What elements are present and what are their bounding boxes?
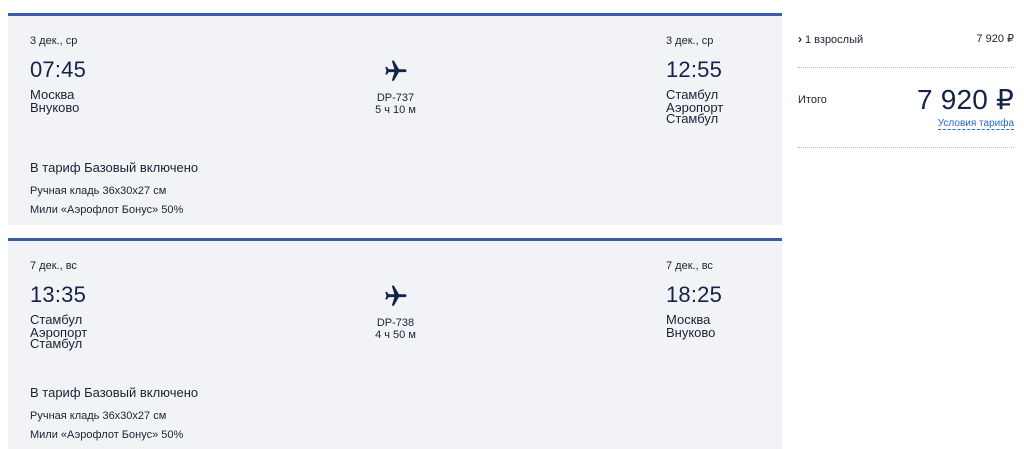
total-label: Итого [798,94,827,106]
departure-airport-line: Внуково [30,100,80,115]
flight-number: DP-738 [376,317,415,329]
total-price: 7 920 ₽ [916,84,1014,115]
departure-airport: Аэропорт Стамбул [30,326,230,351]
departure-date: 3 дек., ср [30,35,78,47]
arrival-airport: Внуково [666,325,776,340]
arrival-airport: Аэропорт Стамбул [666,101,776,125]
flight-duration: 5 ч 10 м [375,104,416,116]
flight-segment-outbound: 3 дек., ср 07:45 Москва Внуково DP-737 5… [8,13,782,225]
flight-info: DP-738 4 ч 50 м [353,281,438,341]
total-row: Итого 7 920 ₽ Условия тарифа [798,68,1014,148]
arrival-airport-line: Внуково [666,325,716,340]
passengers-toggle[interactable]: › 1 взрослый [798,32,863,46]
departure-block: 7 дек., вс 13:35 Стамбул Аэропорт Стамбу… [30,260,230,351]
airplane-icon [384,285,406,306]
included-item: Мили «Аэрофлот Бонус» 50% [30,204,184,216]
included-item: Мили «Аэрофлот Бонус» 50% [30,429,184,441]
flight-segment-return: 7 дек., вс 13:35 Стамбул Аэропорт Стамбу… [8,238,782,449]
departure-airport: Внуково [30,100,230,115]
included-item: Ручная кладь 36x30x27 см [30,185,167,197]
tariff-title: В тариф Базовый включено [30,385,199,400]
arrival-time: 12:55 [666,57,723,82]
departure-block: 3 дек., ср 07:45 Москва Внуково [30,35,230,115]
flight-info: DP-737 5 ч 10 м [353,56,438,116]
passengers-row[interactable]: › 1 взрослый 7 920 ₽ [798,30,1014,68]
arrival-time: 18:25 [666,282,723,307]
departure-time: 07:45 [30,57,87,82]
fare-conditions-link[interactable]: Условия тарифа [937,118,1014,130]
price-summary: › 1 взрослый 7 920 ₽ Итого 7 920 ₽ Услови… [798,30,1014,148]
arrival-block: 7 дек., вс 18:25 Москва Внуково [666,260,776,340]
arrival-date: 3 дек., ср [666,35,714,47]
departure-airport-line: Стамбул [30,336,83,351]
flight-duration: 4 ч 50 м [375,329,416,341]
arrival-date: 7 дек., вс [666,260,713,272]
airplane-icon [384,60,406,81]
flight-number: DP-737 [376,92,415,104]
passengers-price: 7 920 ₽ [976,33,1014,45]
arrival-block: 3 дек., ср 12:55 Стамбул Аэропорт Стамбу… [666,35,776,125]
departure-time: 13:35 [30,282,87,307]
included-item: Ручная кладь 36x30x27 см [30,410,167,422]
chevron-right-icon: › [798,32,802,46]
departure-date: 7 дек., вс [30,260,77,272]
tariff-title: В тариф Базовый включено [30,160,199,175]
passengers-label: 1 взрослый [805,34,864,46]
